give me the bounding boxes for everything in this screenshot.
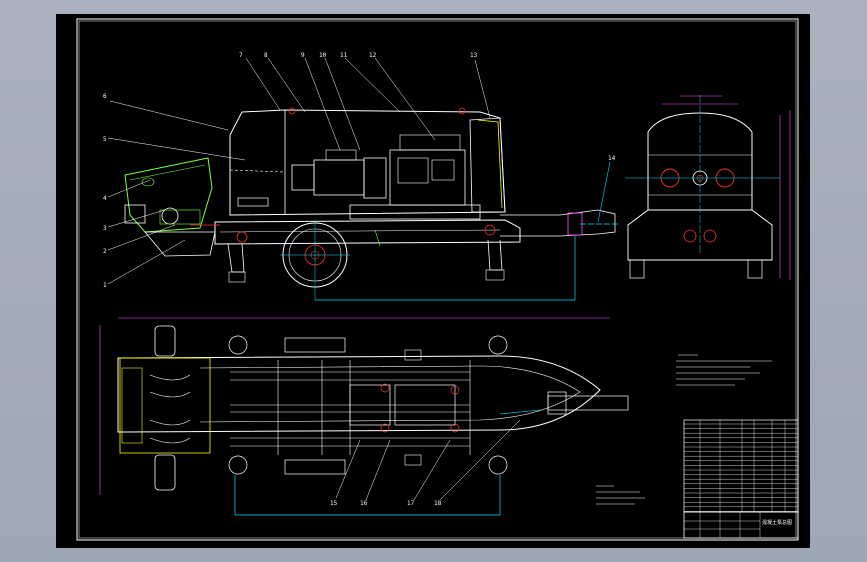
callout-7: 7 — [239, 52, 243, 59]
callout-11: 11 — [340, 52, 348, 59]
callout-5: 5 — [103, 136, 107, 143]
callout-10: 10 — [319, 52, 327, 59]
callout-4: 4 — [103, 195, 107, 202]
callout-9: 9 — [301, 52, 305, 59]
callout-16: 16 — [360, 500, 368, 507]
callout-17: 17 — [407, 500, 415, 507]
callout-13: 13 — [470, 52, 478, 59]
callout-15: 15 — [330, 500, 338, 507]
callout-12: 12 — [369, 52, 377, 59]
callout-2: 2 — [103, 248, 107, 255]
title-block-name: 混凝土泵总图 — [762, 519, 792, 526]
callout-6: 6 — [103, 93, 107, 100]
callout-14: 14 — [608, 155, 616, 162]
cad-drawing-canvas: 1 2 3 4 5 6 7 8 9 10 11 12 13 14 15 16 1… — [56, 14, 810, 548]
callout-3: 3 — [103, 225, 107, 232]
callout-8: 8 — [264, 52, 268, 59]
callout-18: 18 — [434, 500, 442, 507]
callout-1: 1 — [103, 282, 107, 289]
